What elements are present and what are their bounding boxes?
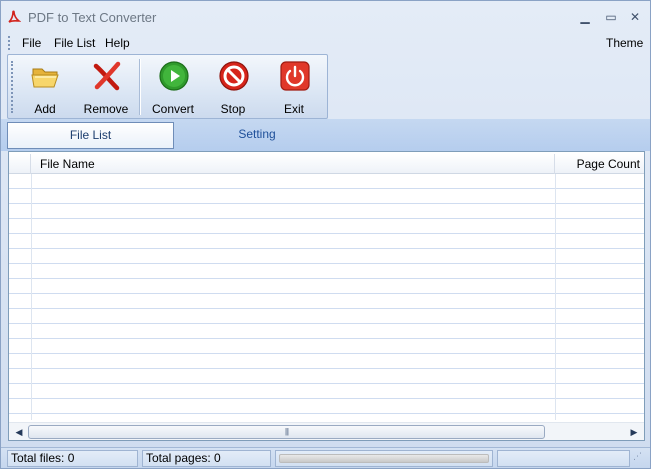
progress-bar xyxy=(275,450,493,467)
power-icon xyxy=(280,61,310,91)
convert-label: Convert xyxy=(151,102,195,116)
total-files-status: Total files: 0 xyxy=(7,450,138,467)
remove-label: Remove xyxy=(83,102,129,116)
menu-help[interactable]: Help xyxy=(105,36,130,50)
column-divider xyxy=(555,174,556,420)
tab-setting[interactable]: Setting xyxy=(177,122,337,149)
column-header-page-count[interactable]: Page Count xyxy=(555,154,644,174)
maximize-button[interactable]: ▭ xyxy=(602,9,620,25)
window-title: PDF to Text Converter xyxy=(28,10,157,25)
status-bar: Total files: 0 Total pages: 0 ⋰ xyxy=(1,447,650,468)
menu-bar: File File List Help Theme xyxy=(1,33,650,53)
red-x-icon xyxy=(93,61,121,91)
table-rows-area[interactable] xyxy=(9,174,644,420)
total-pages-status: Total pages: 0 xyxy=(142,450,271,467)
resize-grip-icon[interactable]: ⋰ xyxy=(633,452,645,465)
menu-grip[interactable] xyxy=(8,36,11,50)
minimize-button[interactable]: ▁ xyxy=(576,9,594,25)
stop-button[interactable]: Stop xyxy=(205,58,261,116)
menu-theme[interactable]: Theme xyxy=(606,36,643,50)
folder-open-icon xyxy=(31,68,59,88)
scrollbar-thumb[interactable]: ||| xyxy=(28,425,545,439)
progress-track xyxy=(279,454,489,463)
add-label: Add xyxy=(34,102,56,116)
stop-label: Stop xyxy=(220,102,246,116)
status-panel-extra xyxy=(497,450,630,467)
remove-button[interactable]: Remove xyxy=(78,58,134,116)
play-icon xyxy=(159,61,189,91)
column-header-file-name[interactable]: File Name xyxy=(31,154,555,174)
scroll-left-arrow-icon[interactable]: ◀ xyxy=(11,425,27,439)
toolbar-separator xyxy=(139,59,141,115)
file-list-table[interactable]: File Name Page Count ◀ ||| ▶ xyxy=(8,151,645,441)
toolbar: Add Remove Convert Stop Exit xyxy=(7,54,328,119)
horizontal-scrollbar[interactable]: ◀ ||| ▶ xyxy=(9,422,644,440)
menu-file-list[interactable]: File List xyxy=(54,36,95,50)
close-button[interactable]: ✕ xyxy=(626,9,644,25)
toolbar-grip[interactable] xyxy=(11,61,13,113)
scroll-right-arrow-icon[interactable]: ▶ xyxy=(626,425,642,439)
column-header-index[interactable] xyxy=(9,154,31,174)
tab-strip: File List Setting xyxy=(1,119,650,151)
tab-file-list[interactable]: File List xyxy=(7,122,174,149)
pdf-icon xyxy=(8,10,21,23)
menu-file[interactable]: File xyxy=(22,36,41,50)
table-header: File Name Page Count xyxy=(9,154,644,174)
convert-button[interactable]: Convert xyxy=(145,58,201,116)
stop-icon xyxy=(219,61,249,91)
title-bar[interactable]: PDF to Text Converter ▁ ▭ ✕ xyxy=(1,1,650,33)
exit-button[interactable]: Exit xyxy=(266,58,322,116)
add-button[interactable]: Add xyxy=(17,58,73,116)
exit-label: Exit xyxy=(283,102,304,116)
app-window: PDF to Text Converter ▁ ▭ ✕ File File Li… xyxy=(0,0,651,469)
column-divider xyxy=(31,174,32,420)
